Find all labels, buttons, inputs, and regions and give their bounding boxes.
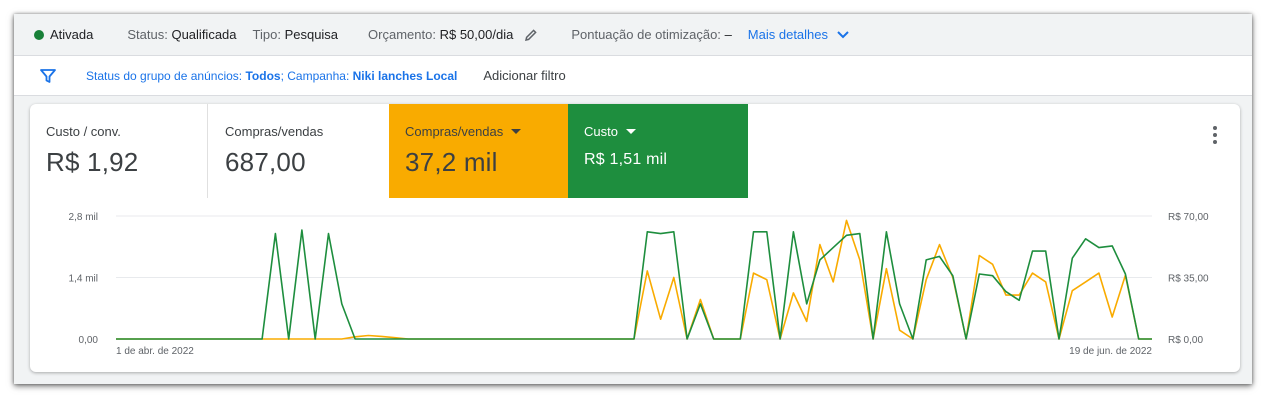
campaign-panel: Ativada Status: Qualificada Tipo: Pesqui…: [14, 14, 1252, 384]
right-axis-tick-label: R$ 70,00: [1168, 212, 1209, 223]
metric-cost-selected[interactable]: Custo R$ 1,51 mil: [568, 104, 748, 198]
more-details-label: Mais detalhes: [747, 27, 829, 42]
optimization-score-label: Pontuação de otimização:: [571, 27, 721, 42]
edit-pencil-icon[interactable]: [523, 27, 539, 43]
metric-purchases-value-selected[interactable]: Compras/vendas 37,2 mil: [389, 104, 568, 198]
filter-campaign-prefix: ; Campanha:: [280, 68, 350, 83]
metric-label-row: Custo: [584, 124, 748, 139]
metric-label: Compras/vendas: [225, 124, 324, 139]
active-filter-chip[interactable]: Status do grupo de anúncios: Todos; Camp…: [86, 69, 457, 83]
status-value: Qualificada: [171, 27, 237, 42]
filter-status-value: Todos: [245, 68, 281, 83]
chevron-down-icon: [837, 30, 849, 38]
filter-bar: Status do grupo de anúncios: Todos; Camp…: [14, 56, 1252, 96]
type-value: Pesquisa: [284, 27, 339, 42]
right-axis-tick-label: R$ 35,00: [1168, 274, 1209, 285]
campaign-status-bar: Ativada Status: Qualificada Tipo: Pesqui…: [14, 14, 1252, 56]
metric-purchases[interactable]: Compras/vendas 687,00: [209, 104, 389, 198]
campaign-state-label: Ativada: [50, 27, 94, 42]
left-axis-tick-label: 1,4 mil: [69, 274, 98, 285]
series-line-cost: [116, 229, 1152, 340]
budget-value: R$ 50,00/dia: [439, 27, 514, 42]
filter-funnel-icon[interactable]: [40, 68, 56, 84]
budget-label: Orçamento:: [368, 27, 436, 42]
metric-value: 687,00: [225, 147, 306, 177]
right-axis-tick-label: R$ 0,00: [1168, 335, 1203, 346]
filter-status-prefix: Status do grupo de anúncios:: [86, 68, 243, 83]
budget-field: Orçamento: R$ 50,00/dia: [368, 27, 539, 43]
metric-value: R$ 1,92: [46, 147, 139, 177]
left-axis-tick-label: 0,00: [79, 335, 99, 346]
type-field: Tipo: Pesquisa: [253, 27, 339, 42]
campaign-state[interactable]: Ativada: [34, 27, 93, 42]
active-status-dot: [34, 29, 44, 40]
type-label: Tipo:: [252, 27, 281, 42]
x-axis-start-label: 1 de abr. de 2022: [116, 346, 194, 357]
dropdown-caret-icon: [511, 129, 522, 134]
add-filter-button[interactable]: Adicionar filtro: [483, 68, 565, 83]
metric-label: Custo / conv.: [46, 124, 121, 139]
metric-value: R$ 1,51 mil: [584, 151, 668, 168]
optimization-score-field: Pontuação de otimização: –: [571, 27, 731, 42]
metric-label: Custo: [584, 124, 618, 139]
status-label: Status:: [127, 27, 168, 42]
status-field: Status: Qualificada: [127, 27, 236, 42]
metric-cost-per-conv[interactable]: Custo / conv. R$ 1,92: [30, 104, 208, 198]
performance-chart: 0,00 R$ 0,00 1,4 mil R$ 35,00 2,8 mil R$ 70,0…: [69, 212, 1209, 357]
performance-card: Custo / conv. R$ 1,92 Compras/vendas 687…: [30, 104, 1240, 372]
optimization-score-value: –: [724, 27, 732, 42]
dropdown-caret-icon: [625, 129, 636, 134]
more-options-icon[interactable]: [1212, 126, 1218, 144]
metric-label: Compras/vendas: [405, 124, 504, 139]
metric-value: 37,2 mil: [405, 147, 498, 177]
left-axis-tick-label: 2,8 mil: [69, 212, 98, 223]
more-details-link[interactable]: Mais detalhes: [748, 27, 850, 42]
filter-campaign-value: Niki lanches Local: [352, 68, 458, 83]
metric-label-row: Compras/vendas: [405, 124, 568, 139]
x-axis-end-label: 19 de jun. de 2022: [1069, 346, 1152, 357]
